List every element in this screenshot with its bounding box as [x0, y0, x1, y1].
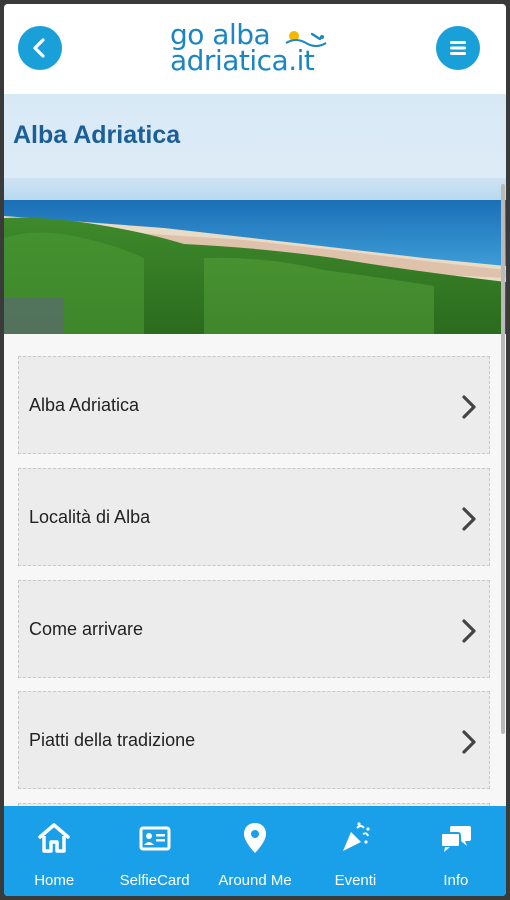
tab-selfiecard[interactable]: SelfieCard: [104, 806, 204, 896]
back-button[interactable]: [18, 26, 62, 70]
tab-label: Home: [34, 872, 75, 889]
chevron-right-icon: [462, 730, 476, 754]
tab-around-me[interactable]: Around Me: [205, 806, 305, 896]
list-item[interactable]: Alba Adriatica: [18, 356, 490, 454]
id-card-icon: [139, 826, 171, 851]
scrollbar[interactable]: [501, 184, 505, 734]
list-item-label: Località di Alba: [29, 507, 151, 527]
top-bar: go alba adriatica.it: [4, 4, 506, 94]
chevron-right-icon: [462, 507, 476, 531]
tab-info[interactable]: Info: [406, 806, 506, 896]
list-item-label: Piatti della tradizione: [29, 730, 196, 750]
chevron-right-icon: [462, 619, 476, 643]
page-title: Alba Adriatica: [13, 121, 181, 149]
tab-label: Info: [443, 872, 469, 889]
tab-label: Around Me: [218, 872, 292, 889]
app-logo: go alba adriatica.it: [170, 20, 346, 80]
tab-eventi[interactable]: Eventi: [305, 806, 405, 896]
menu-list: Alba Adriatica Località di Alba Come arr…: [4, 334, 506, 896]
location-pin-icon: [244, 823, 267, 853]
list-item[interactable]: Piatti della tradizione: [18, 691, 490, 789]
hero-section: Alba Adriatica: [4, 94, 506, 334]
chevron-right-icon: [462, 395, 476, 419]
bottom-tab-bar: Home SelfieCard Around Me Eventi Info: [4, 806, 506, 896]
home-icon: [38, 823, 70, 853]
list-item[interactable]: Località di Alba: [18, 468, 490, 566]
menu-button[interactable]: [436, 26, 480, 70]
tab-home[interactable]: Home: [4, 806, 104, 896]
logo-line-2: adriatica.it: [170, 44, 315, 77]
tab-label: SelfieCard: [119, 872, 190, 889]
tab-label: Eventi: [334, 872, 377, 889]
list-item-label: Come arrivare: [29, 619, 144, 639]
list-item[interactable]: Come arrivare: [18, 580, 490, 678]
app-screen: go alba adriatica.it Alba Adriatica Alba…: [4, 4, 506, 896]
list-item-label: Alba Adriatica: [29, 395, 140, 415]
beach-photo: [4, 178, 506, 334]
hamburger-menu-icon: [450, 41, 466, 55]
chat-bubbles-icon: [439, 826, 471, 852]
chevron-left-icon: [33, 38, 45, 58]
party-popper-icon: [343, 822, 371, 851]
